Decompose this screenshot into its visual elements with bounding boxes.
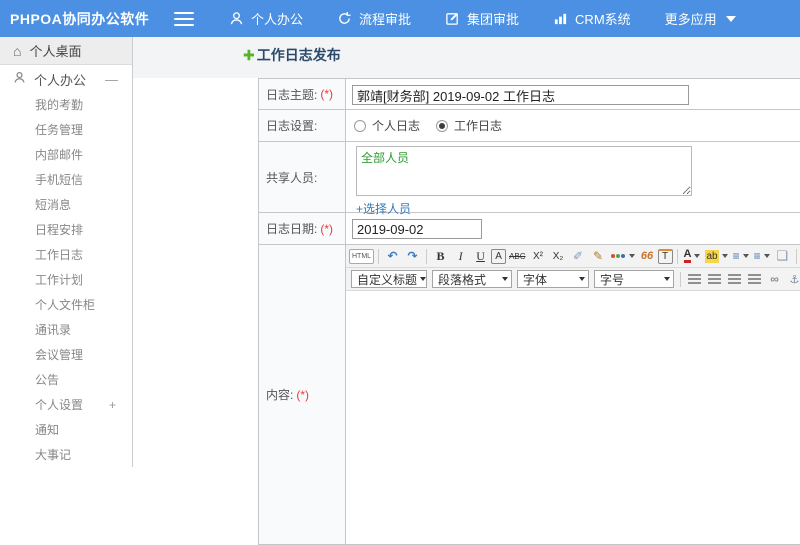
highlight-color-icon[interactable]: ab [703, 247, 729, 266]
align-justify-icon[interactable] [745, 270, 764, 289]
sidebar-item-contacts[interactable]: 通讯录 [0, 318, 132, 343]
sidebar-item-short-message[interactable]: 短消息 [0, 193, 132, 218]
diary-setting-label: 日志设置: [259, 110, 346, 141]
diary-date-label: 日志日期: (*) [259, 213, 346, 244]
color-palette-icon[interactable] [609, 247, 637, 266]
font-color-icon[interactable]: A [682, 247, 703, 266]
editor-toolbar-row1: HTML ↶ ↷ B I U A ABC X² X₂ ✐ ✎ 66 T A ab… [346, 245, 800, 268]
italic-icon[interactable]: I [451, 247, 470, 266]
align-center-icon[interactable] [705, 270, 724, 289]
anchor-icon[interactable]: ⚓ [785, 270, 800, 289]
bold-icon[interactable]: B [431, 247, 450, 266]
rich-text-editor: HTML ↶ ↷ B I U A ABC X² X₂ ✐ ✎ 66 T A ab… [346, 245, 800, 544]
person-icon [13, 71, 26, 87]
nav-group-approval[interactable]: 集团审批 [428, 0, 536, 37]
share-members-textarea[interactable]: 全部人员 [356, 146, 692, 196]
form-row-diary-date: 日志日期: (*) [258, 213, 800, 245]
sidebar-item-notification[interactable]: 通知 [0, 418, 132, 443]
eraser-icon[interactable]: ✐ [569, 247, 588, 266]
form-row-share-members: 共享人员: 全部人员 +选择人员 [258, 142, 800, 216]
add-icon: ✚ [243, 47, 255, 63]
link-icon[interactable]: ∞ [765, 270, 784, 289]
radio-work-diary-label[interactable]: 工作日志 [454, 117, 502, 134]
custom-heading-select[interactable]: 自定义标题 [351, 270, 427, 288]
sidebar-section-personal-office[interactable]: 个人办公 — [0, 65, 132, 93]
hamburger-menu-icon[interactable] [174, 11, 194, 26]
sidebar-item-attendance[interactable]: 我的考勤 [0, 93, 132, 118]
sidebar-item-task-management[interactable]: 任务管理 [0, 118, 132, 143]
sidebar-item-internal-mail[interactable]: 内部邮件 [0, 143, 132, 168]
content-label: 内容: (*) [259, 245, 346, 544]
sidebar-item-meeting-management[interactable]: 会议管理 [0, 343, 132, 368]
subject-input[interactable] [352, 85, 689, 105]
sidebar-item-major-events[interactable]: 大事记 [0, 443, 132, 468]
redo-icon[interactable]: ↷ [403, 247, 422, 266]
paste-text-icon[interactable]: T [657, 248, 673, 264]
font-box-icon[interactable]: A [491, 248, 507, 264]
nav-workflow-approval[interactable]: 流程审批 [320, 0, 428, 37]
subject-label: 日志主题: (*) [259, 79, 346, 109]
nav-more-apps[interactable]: 更多应用 [648, 0, 753, 37]
html-source-button[interactable]: HTML [349, 248, 375, 264]
bar-chart-icon [553, 11, 568, 26]
ordered-list-icon[interactable]: ≡ [731, 247, 751, 266]
font-size-select[interactable]: 字号 [594, 270, 674, 288]
nav-personal-office[interactable]: 个人办公 [212, 0, 320, 37]
required-marker: (*) [320, 87, 334, 101]
sidebar: ⌂ 个人桌面 个人办公 — 我的考勤 任务管理 内部邮件 手机短信 短消息 日程… [0, 37, 133, 467]
sidebar-item-schedule[interactable]: 日程安排 [0, 218, 132, 243]
strikethrough-icon[interactable]: ABC [507, 247, 527, 266]
required-marker: (*) [296, 387, 310, 402]
form-row-subject: 日志主题: (*) [258, 78, 800, 110]
topbar: PHPOA协同办公软件 个人办公 流程审批 集团审批 CRM系统 更多应用 [0, 0, 800, 37]
paragraph-format-select[interactable]: 段落格式 [432, 270, 512, 288]
share-members-label: 共享人员: [259, 142, 346, 212]
page-background-band [133, 37, 800, 78]
sidebar-item-work-diary[interactable]: 工作日志 [0, 243, 132, 268]
sidebar-item-file-cabinet[interactable]: 个人文件柜 [0, 293, 132, 318]
form-row-content: 内容: (*) HTML ↶ ↷ B I U A ABC X² X₂ ✐ ✎ 6… [258, 245, 800, 545]
editor-toolbar-row2: 自定义标题 段落格式 字体 字号 ∞ ⚓ [346, 268, 800, 291]
sidebar-item-mobile-sms[interactable]: 手机短信 [0, 168, 132, 193]
person-icon [229, 11, 244, 26]
blockquote-icon[interactable]: 66 [638, 247, 657, 266]
sidebar-item-announcement[interactable]: 公告 [0, 368, 132, 393]
expand-icon[interactable]: + [109, 393, 116, 418]
align-right-icon[interactable] [725, 270, 744, 289]
radio-work-diary[interactable] [436, 119, 449, 132]
radio-personal-diary[interactable] [354, 119, 366, 132]
form-row-diary-setting: 日志设置: 个人日志 工作日志 [258, 110, 800, 142]
sidebar-item-personal-settings[interactable]: 个人设置 + [0, 393, 132, 418]
app-title: PHPOA协同办公软件 [10, 10, 150, 27]
nav-crm-system[interactable]: CRM系统 [536, 0, 648, 37]
new-page-icon[interactable]: ❏ [773, 247, 792, 266]
work-diary-form: 日志主题: (*) 日志设置: 个人日志 工作日志 共享人员: 全部人员 +选择… [258, 78, 800, 545]
home-icon: ⌂ [13, 42, 22, 59]
sidebar-menu: 我的考勤 任务管理 内部邮件 手机短信 短消息 日程安排 工作日志 工作计划 个… [0, 93, 132, 468]
superscript-icon[interactable]: X² [529, 247, 548, 266]
flow-arrow-icon [337, 11, 352, 26]
underline-icon[interactable]: U [471, 247, 490, 266]
sidebar-item-desktop[interactable]: ⌂ 个人桌面 [0, 37, 132, 65]
unordered-list-icon[interactable]: ≡ [752, 247, 772, 266]
align-left-icon[interactable] [685, 270, 704, 289]
top-navigation: 个人办公 流程审批 集团审批 CRM系统 更多应用 [212, 0, 753, 37]
required-marker: (*) [320, 221, 334, 236]
chevron-down-icon [725, 15, 736, 22]
editor-content-area[interactable] [346, 291, 800, 544]
sidebar-item-work-plan[interactable]: 工作计划 [0, 268, 132, 293]
format-brush-icon[interactable]: ✎ [589, 247, 608, 266]
page-title: ✚ 工作日志发布 [243, 47, 341, 63]
collapse-icon[interactable]: — [105, 72, 118, 87]
font-family-select[interactable]: 字体 [517, 270, 589, 288]
diary-date-input[interactable] [352, 219, 482, 239]
edit-square-icon [445, 11, 460, 26]
undo-icon[interactable]: ↶ [383, 247, 402, 266]
radio-personal-diary-label[interactable]: 个人日志 [372, 117, 420, 134]
subscript-icon[interactable]: X₂ [549, 247, 568, 266]
